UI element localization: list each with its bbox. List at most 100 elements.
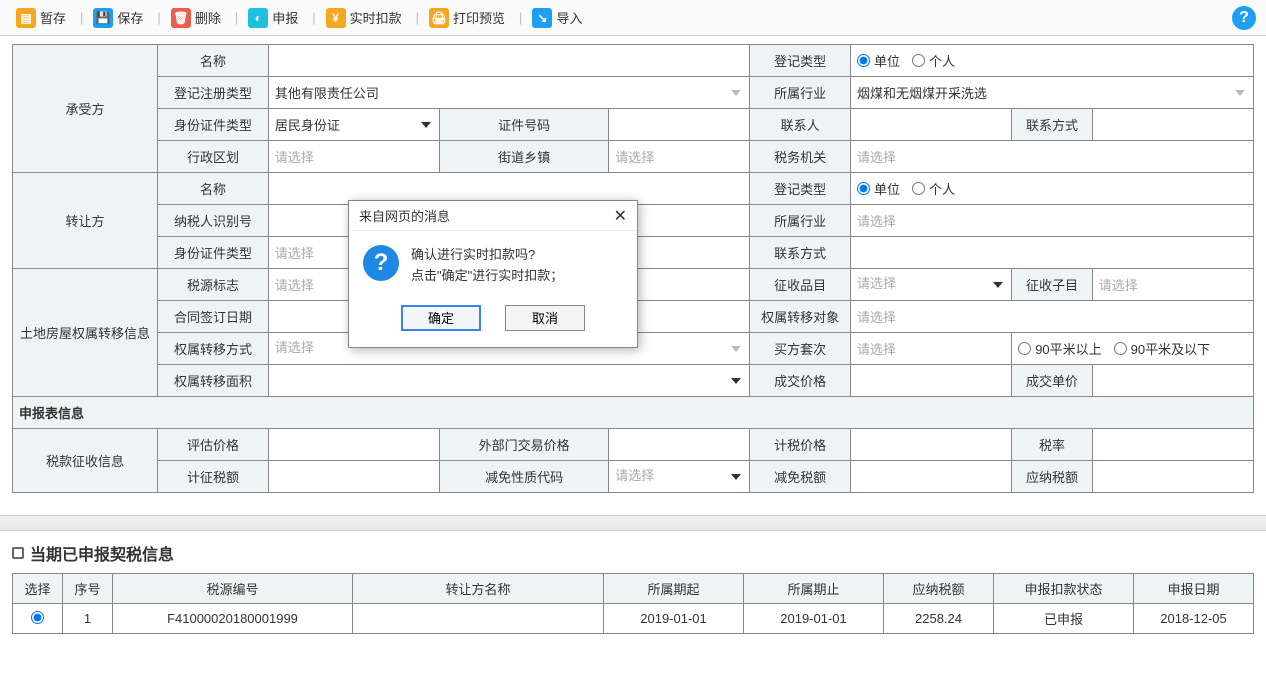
col-payable: 应纳税额 [884, 574, 994, 604]
print-label: 打印预览 [453, 8, 505, 27]
table-row: 1 F41000020180001999 2019-01-01 2019-01-… [13, 604, 1254, 634]
t-regtype-person-radio[interactable]: 个人 [912, 179, 955, 198]
col-srcid: 税源编号 [113, 574, 353, 604]
reduction-select[interactable]: 请选择 [609, 461, 750, 493]
receiver-section-label: 承受方 [13, 45, 158, 173]
confirm-dialog: 来自网页的消息 ✕ ? 确认进行实时扣款吗? 点击"确定"进行实时扣款； 确定 … [348, 200, 638, 348]
taxbaseprice-field[interactable] [851, 429, 1012, 461]
levysub-select[interactable]: 请选择 [1092, 269, 1253, 301]
idtype-select[interactable]: 居民身份证 [268, 109, 439, 141]
payable-field[interactable] [1092, 461, 1253, 493]
levyitem-select[interactable]: 请选择 [851, 269, 1012, 301]
row-srcid: F41000020180001999 [113, 604, 353, 634]
evalprice-field[interactable] [268, 429, 439, 461]
list-title: 当期已申报契税信息 [0, 541, 1266, 573]
row-payable: 2258.24 [884, 604, 994, 634]
contact-field[interactable] [851, 109, 1012, 141]
t-regtype-radio-group: 单位 个人 [851, 173, 1254, 205]
reduce-amt-field[interactable] [851, 461, 1012, 493]
extprice-field[interactable] [609, 429, 750, 461]
col-seq: 序号 [63, 574, 113, 604]
dealprice-field[interactable] [851, 365, 1012, 397]
dialog-title: 来自网页的消息 [359, 206, 450, 225]
t-contact-label: 联系方式 [750, 237, 851, 269]
name-field[interactable] [268, 45, 749, 77]
t-regtype-label: 登记类型 [750, 173, 851, 205]
street-label: 街道乡镇 [440, 141, 609, 173]
name-label: 名称 [158, 45, 269, 77]
levyitem-label: 征收品目 [750, 269, 851, 301]
reg-biz-type-label: 登记注册类型 [158, 77, 269, 109]
col-status: 申报扣款状态 [994, 574, 1134, 604]
regtype-label: 登记类型 [750, 45, 851, 77]
payable-label: 应纳税额 [1012, 461, 1093, 493]
transferobj-label: 权属转移对象 [750, 301, 851, 333]
tempsave-icon: ▤ [16, 8, 36, 28]
taxrate-field[interactable] [1092, 429, 1253, 461]
taxorg-select[interactable]: 请选择 [851, 141, 1254, 173]
chevron-down-icon [993, 282, 1003, 288]
phone-field[interactable] [1092, 109, 1253, 141]
taxorg-label: 税务机关 [750, 141, 851, 173]
taxable-field[interactable] [268, 461, 439, 493]
save-button[interactable]: 💾保存 [87, 6, 149, 30]
row-decldate: 2018-12-05 [1134, 604, 1254, 634]
industry-select[interactable]: 烟煤和无烟煤开采洗选 [851, 77, 1254, 109]
print-button[interactable]: 🖨打印预览 [423, 6, 511, 30]
area-le90-radio[interactable]: 90平米及以下 [1114, 339, 1210, 358]
row-select[interactable] [13, 604, 63, 634]
area-gt90-radio[interactable]: 90平米以上 [1018, 339, 1101, 358]
evalprice-label: 评估价格 [158, 429, 269, 461]
contact-label: 联系人 [750, 109, 851, 141]
contractdate-label: 合同签订日期 [158, 301, 269, 333]
levysub-label: 征收子目 [1012, 269, 1093, 301]
industry-label: 所属行业 [750, 77, 851, 109]
transferarea-label: 权属转移面积 [158, 365, 269, 397]
row-pend: 2019-01-01 [744, 604, 884, 634]
transfermethod-label: 权属转移方式 [158, 333, 269, 365]
regtype-unit-radio[interactable]: 单位 [857, 51, 900, 70]
regtype-person-radio[interactable]: 个人 [912, 51, 955, 70]
reg-biz-type-select[interactable]: 其他有限责任公司 [268, 77, 749, 109]
t-industry-label: 所属行业 [750, 205, 851, 237]
close-icon[interactable]: ✕ [614, 206, 627, 226]
buyercount-select[interactable]: 请选择 [851, 333, 1012, 365]
t-contact-field[interactable] [851, 237, 1254, 269]
reduce-amt-label: 减免税额 [750, 461, 851, 493]
row-tname [353, 604, 604, 634]
area-radio-group: 90平米以上 90平米及以下 [1012, 333, 1254, 365]
col-decldate: 申报日期 [1134, 574, 1254, 604]
declare-label: 申报 [272, 8, 298, 27]
t-industry-select[interactable]: 请选择 [851, 205, 1254, 237]
col-pstart: 所属期起 [604, 574, 744, 604]
declare-icon: ◐ [248, 8, 268, 28]
delete-button[interactable]: 🗑删除 [165, 6, 227, 30]
street-select[interactable]: 请选择 [609, 141, 750, 173]
ok-button[interactable]: 确定 [401, 305, 481, 331]
taxid-label: 纳税人识别号 [158, 205, 269, 237]
realtime-label: 实时扣款 [350, 8, 402, 27]
chevron-down-icon [421, 122, 431, 128]
district-select[interactable]: 请选择 [268, 141, 439, 173]
idno-field[interactable] [609, 109, 750, 141]
tempsave-button[interactable]: ▤暂存 [10, 6, 72, 30]
import-button[interactable]: ↘导入 [526, 6, 588, 30]
list-bullet-icon [12, 547, 24, 559]
taxrate-label: 税率 [1012, 429, 1093, 461]
declare-button[interactable]: ◐申报 [242, 6, 304, 30]
declinfo-section-label: 申报表信息 [13, 397, 1254, 429]
t-regtype-unit-radio[interactable]: 单位 [857, 179, 900, 198]
divider [0, 515, 1266, 531]
transferobj-select[interactable]: 请选择 [851, 301, 1254, 333]
reduction-label: 减免性质代码 [440, 461, 609, 493]
chevron-down-icon [731, 346, 741, 352]
save-label: 保存 [117, 8, 143, 27]
transferarea-field[interactable] [268, 365, 749, 397]
realtime-button[interactable]: ¥实时扣款 [320, 6, 408, 30]
cancel-button[interactable]: 取消 [505, 305, 585, 331]
unitprice-field[interactable] [1092, 365, 1253, 397]
taxbaseprice-label: 计税价格 [750, 429, 851, 461]
tempsave-label: 暂存 [40, 8, 66, 27]
help-icon[interactable]: ? [1232, 6, 1256, 30]
import-label: 导入 [556, 8, 582, 27]
